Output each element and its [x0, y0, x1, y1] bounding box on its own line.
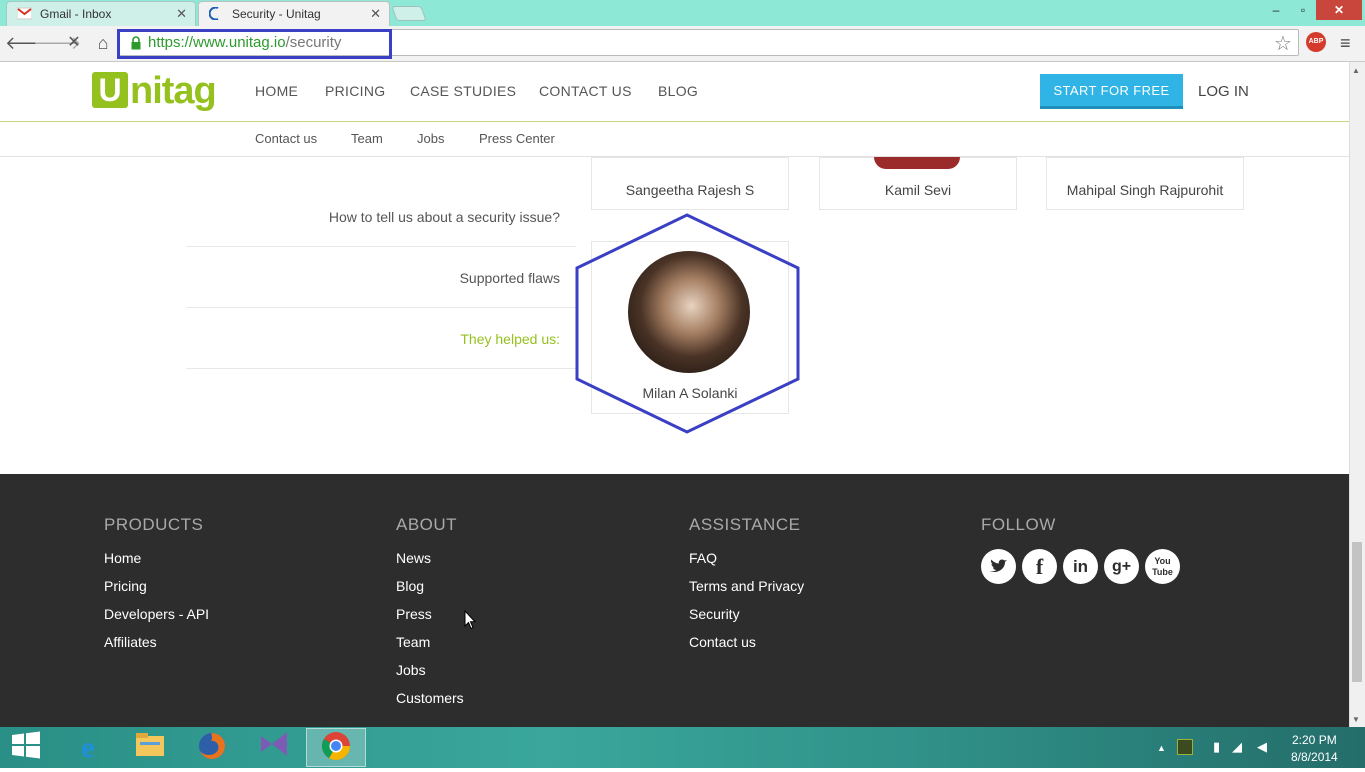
- header-divider: [0, 121, 1349, 122]
- footer-link-faq[interactable]: FAQ: [689, 550, 717, 566]
- gmail-icon: [17, 7, 32, 20]
- close-window-button[interactable]: ✕: [1316, 0, 1362, 20]
- start-for-free-button[interactable]: START FOR FREE: [1040, 74, 1183, 109]
- forward-arrow-icon[interactable]: 🡒: [33, 32, 81, 54]
- minimize-button[interactable]: –: [1265, 0, 1287, 20]
- footer-link-blog[interactable]: Blog: [396, 578, 424, 594]
- side-divider: [186, 307, 576, 308]
- web-page: U nitag HOME PRICING CASE STUDIES CONTAC…: [0, 62, 1349, 727]
- mouse-cursor-icon: [464, 610, 476, 630]
- footer-link-security[interactable]: Security: [689, 606, 740, 622]
- visual-studio-icon[interactable]: [254, 730, 294, 765]
- adblock-plus-icon[interactable]: ABP: [1306, 32, 1326, 52]
- footer-link-home[interactable]: Home: [104, 550, 141, 566]
- home-icon[interactable]: ⌂: [92, 32, 114, 54]
- stop-loading-icon[interactable]: ✕: [63, 32, 85, 54]
- url-highlight-box: [117, 29, 392, 59]
- volume-icon[interactable]: ◀: [1257, 739, 1267, 755]
- footer-heading-products: PRODUCTS: [104, 515, 204, 534]
- google-plus-icon[interactable]: g+: [1104, 549, 1139, 584]
- site-footer: PRODUCTS Home Pricing Developers - API A…: [0, 474, 1349, 727]
- side-divider: [186, 246, 576, 247]
- internet-explorer-icon[interactable]: e: [68, 730, 108, 765]
- footer-link-team[interactable]: Team: [396, 634, 430, 650]
- logo-mark: U: [92, 72, 128, 108]
- nav-blog[interactable]: BLOG: [658, 83, 698, 99]
- close-tab-icon[interactable]: ✕: [370, 6, 381, 22]
- person-name: Mahipal Singh Rajpurohit: [1066, 182, 1224, 198]
- side-link-supported-flaws[interactable]: Supported flaws: [460, 270, 560, 286]
- tray-expand-icon[interactable]: ▲: [1157, 743, 1166, 753]
- person-name: Sangeetha Rajesh S: [625, 182, 755, 198]
- windows-start-icon[interactable]: [6, 730, 46, 765]
- person-card: Sangeetha Rajesh S: [591, 157, 789, 210]
- close-tab-icon[interactable]: ✕: [176, 6, 187, 22]
- footer-link-affiliates[interactable]: Affiliates: [104, 634, 157, 650]
- subnav-contact-us[interactable]: Contact us: [255, 131, 317, 146]
- tray-app-icon[interactable]: [1177, 739, 1193, 755]
- nav-pricing[interactable]: PRICING: [325, 83, 385, 99]
- side-link-security-issue[interactable]: How to tell us about a security issue?: [329, 209, 560, 225]
- browser-tab-strip: Gmail - Inbox ✕ Security - Unitag ✕ – ▫ …: [0, 0, 1365, 26]
- hexagon-highlight: [575, 213, 800, 434]
- side-divider: [186, 368, 576, 369]
- subnav-jobs[interactable]: Jobs: [417, 131, 444, 146]
- subnav-team[interactable]: Team: [351, 131, 383, 146]
- nav-case-studies[interactable]: CASE STUDIES: [410, 83, 516, 99]
- footer-heading-assistance: ASSISTANCE: [689, 515, 801, 534]
- windows-taskbar: e ▲ ▮ ◢ ◀ 2:20 PM 8/8/2014: [0, 727, 1365, 768]
- chrome-icon[interactable]: [316, 730, 356, 765]
- footer-link-developers-api[interactable]: Developers - API: [104, 606, 209, 622]
- nav-home[interactable]: HOME: [255, 83, 298, 99]
- tab-gmail[interactable]: Gmail - Inbox ✕: [6, 1, 196, 26]
- tab-title: Security - Unitag: [232, 7, 321, 21]
- network-signal-icon[interactable]: ◢: [1232, 739, 1242, 755]
- scrollbar-thumb[interactable]: [1352, 542, 1362, 682]
- facebook-icon[interactable]: f: [1022, 549, 1057, 584]
- subnav-press-center[interactable]: Press Center: [479, 131, 555, 146]
- footer-heading-follow: FOLLOW: [981, 515, 1056, 534]
- side-link-they-helped-us[interactable]: They helped us:: [460, 331, 560, 347]
- new-tab-button[interactable]: [391, 6, 427, 21]
- footer-link-news[interactable]: News: [396, 550, 431, 566]
- login-link[interactable]: LOG IN: [1198, 83, 1249, 100]
- scroll-up-arrow-icon[interactable]: ▲: [1352, 66, 1360, 75]
- youtube-icon[interactable]: You Tube: [1145, 549, 1180, 584]
- file-explorer-icon[interactable]: [130, 730, 170, 765]
- scroll-down-arrow-icon[interactable]: ▼: [1352, 715, 1360, 724]
- loading-spinner-icon: [209, 7, 219, 20]
- bookmark-star-icon[interactable]: ☆: [1274, 31, 1292, 56]
- linkedin-icon[interactable]: in: [1063, 549, 1098, 584]
- logo-text: nitag: [130, 70, 217, 112]
- chrome-menu-icon[interactable]: ≡: [1340, 33, 1351, 54]
- person-card: Mahipal Singh Rajpurohit: [1046, 157, 1244, 210]
- twitter-icon[interactable]: [981, 549, 1016, 584]
- footer-link-customers[interactable]: Customers: [396, 690, 464, 706]
- battery-icon[interactable]: ▮: [1213, 739, 1220, 755]
- clock-date[interactable]: 8/8/2014: [1291, 750, 1338, 764]
- footer-link-contact-us[interactable]: Contact us: [689, 634, 756, 650]
- person-name: Kamil Sevi: [884, 182, 952, 198]
- firefox-icon[interactable]: [192, 730, 232, 765]
- tab-security-unitag[interactable]: Security - Unitag ✕: [198, 1, 390, 26]
- maximize-button[interactable]: ▫: [1292, 0, 1314, 20]
- back-arrow-icon[interactable]: 🡐: [5, 32, 53, 54]
- clock-time[interactable]: 2:20 PM: [1292, 733, 1337, 747]
- footer-link-terms-privacy[interactable]: Terms and Privacy: [689, 578, 804, 594]
- footer-heading-about: ABOUT: [396, 515, 458, 534]
- tab-title: Gmail - Inbox: [40, 7, 112, 21]
- footer-link-jobs[interactable]: Jobs: [396, 662, 426, 678]
- nav-contact-us[interactable]: CONTACT US: [539, 83, 632, 99]
- avatar: [874, 157, 960, 169]
- footer-link-pricing[interactable]: Pricing: [104, 578, 147, 594]
- footer-link-press[interactable]: Press: [396, 606, 432, 622]
